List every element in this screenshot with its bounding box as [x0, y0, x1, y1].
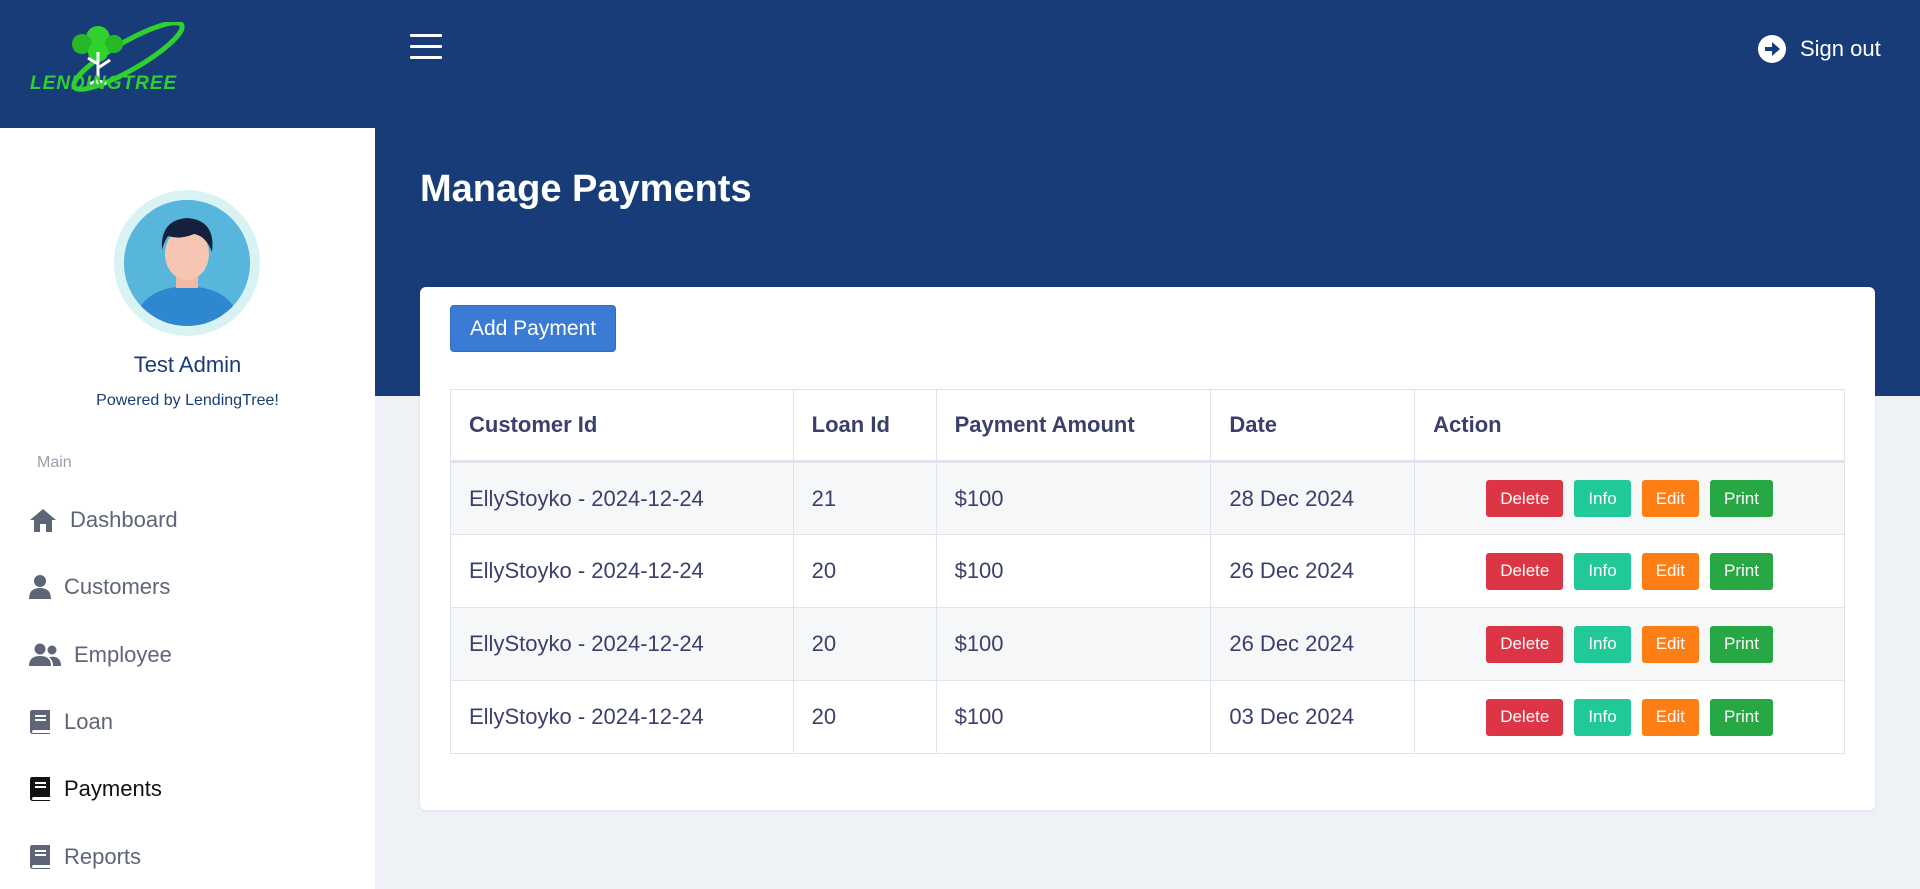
- sidebar: LENDINGTREE Test Admin Powered by Lendin…: [0, 0, 375, 889]
- menu-toggle-icon[interactable]: [410, 34, 442, 60]
- info-button[interactable]: Info: [1574, 625, 1631, 663]
- cell-date: 26 Dec 2024: [1210, 607, 1416, 681]
- signout-label: Sign out: [1800, 36, 1881, 61]
- column-header: Payment Amount: [935, 389, 1212, 463]
- print-button[interactable]: Print: [1709, 625, 1773, 663]
- cell-date: 28 Dec 2024: [1210, 461, 1416, 535]
- logo-text: LENDINGTREE: [30, 73, 178, 94]
- sidebar-item-payments[interactable]: Payments: [28, 769, 162, 809]
- sidebar-item-label: Customers: [64, 574, 171, 599]
- avatar: [114, 190, 260, 336]
- sidebar-item-label: Dashboard: [70, 507, 178, 532]
- column-header: Action: [1414, 389, 1845, 463]
- cell-loan-id: 20: [792, 607, 937, 681]
- sidebar-item-dashboard[interactable]: Dashboard: [28, 500, 178, 540]
- edit-button[interactable]: Edit: [1641, 698, 1699, 736]
- print-button[interactable]: Print: [1709, 552, 1773, 590]
- column-header: Loan Id: [792, 389, 937, 463]
- cell-date: 03 Dec 2024: [1210, 680, 1416, 754]
- cell-payment-amount: $100: [935, 607, 1212, 681]
- profile-tagline: Powered by LendingTree!: [96, 392, 279, 409]
- cell-customer-id: EllyStoyko - 2024-12-24: [450, 534, 794, 608]
- table-row: EllyStoyko - 2024-12-24 20 $100 26 Dec 2…: [450, 534, 1845, 608]
- column-header: Date: [1210, 389, 1416, 463]
- info-button[interactable]: Info: [1574, 698, 1631, 736]
- cell-actions: Delete Info Edit Print: [1414, 461, 1845, 535]
- cell-payment-amount: $100: [935, 534, 1212, 608]
- delete-button[interactable]: Delete: [1486, 625, 1564, 663]
- column-header: Customer Id: [450, 389, 794, 463]
- print-button[interactable]: Print: [1709, 698, 1773, 736]
- user-icon: [28, 572, 52, 602]
- sidebar-item-label: Reports: [64, 844, 142, 869]
- table-header-row: Customer Id Loan Id Payment Amount Date …: [450, 389, 1845, 463]
- cell-date: 26 Dec 2024: [1210, 534, 1416, 608]
- lendingtree-logo-icon[interactable]: [28, 22, 204, 108]
- delete-button[interactable]: Delete: [1486, 552, 1564, 590]
- sidebar-item-label: Employee: [74, 642, 172, 667]
- nav-section-label: Main: [37, 454, 72, 471]
- cell-customer-id: EllyStoyko - 2024-12-24: [450, 607, 794, 681]
- cell-loan-id: 20: [792, 534, 937, 608]
- cell-loan-id: 20: [792, 680, 937, 754]
- brand-area: LENDINGTREE: [0, 0, 375, 128]
- edit-button[interactable]: Edit: [1641, 552, 1699, 590]
- payments-table: Customer Id Loan Id Payment Amount Date …: [450, 389, 1845, 754]
- table-row: EllyStoyko - 2024-12-24 20 $100 03 Dec 2…: [450, 680, 1845, 754]
- cell-customer-id: EllyStoyko - 2024-12-24: [450, 680, 794, 754]
- arrow-right-circle-icon: [1758, 35, 1786, 63]
- profile-name: Test Admin: [133, 352, 242, 377]
- cell-customer-id: EllyStoyko - 2024-12-24: [450, 461, 794, 535]
- sidebar-item-loan[interactable]: Loan: [28, 702, 113, 742]
- cell-actions: Delete Info Edit Print: [1414, 680, 1845, 754]
- cell-payment-amount: $100: [935, 461, 1212, 535]
- sidebar-item-employee[interactable]: Employee: [28, 635, 172, 675]
- cell-actions: Delete Info Edit Print: [1414, 607, 1845, 681]
- cell-loan-id: 21: [792, 461, 937, 535]
- book-icon: [28, 774, 52, 804]
- print-button[interactable]: Print: [1709, 480, 1773, 517]
- cell-payment-amount: $100: [935, 680, 1212, 754]
- book-icon: [28, 707, 52, 737]
- users-icon: [28, 640, 62, 670]
- cell-actions: Delete Info Edit Print: [1414, 534, 1845, 608]
- edit-button[interactable]: Edit: [1641, 480, 1699, 517]
- book-icon: [28, 842, 52, 872]
- payments-card: Add Payment Customer Id Loan Id Payment …: [420, 287, 1875, 810]
- table-row: EllyStoyko - 2024-12-24 21 $100 28 Dec 2…: [450, 461, 1845, 535]
- add-payment-button[interactable]: Add Payment: [450, 305, 616, 352]
- signout-button[interactable]: Sign out: [1758, 32, 1881, 66]
- sidebar-item-customers[interactable]: Customers: [28, 567, 170, 607]
- sidebar-item-reports[interactable]: Reports: [28, 837, 141, 877]
- table-row: EllyStoyko - 2024-12-24 20 $100 26 Dec 2…: [450, 607, 1845, 681]
- page-title: Manage Payments: [420, 168, 752, 210]
- delete-button[interactable]: Delete: [1486, 480, 1564, 517]
- sidebar-item-label: Loan: [64, 709, 113, 734]
- info-button[interactable]: Info: [1574, 552, 1631, 590]
- edit-button[interactable]: Edit: [1641, 625, 1699, 663]
- home-icon: [28, 505, 58, 535]
- avatar-image: [124, 200, 250, 326]
- delete-button[interactable]: Delete: [1486, 698, 1564, 736]
- info-button[interactable]: Info: [1574, 480, 1631, 517]
- sidebar-item-label: Payments: [64, 776, 162, 801]
